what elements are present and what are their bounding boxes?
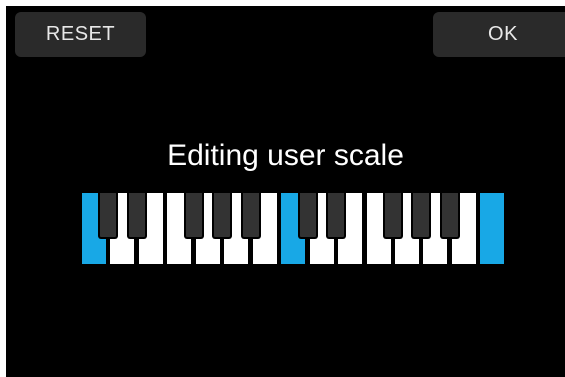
black-key-asharp-9[interactable] bbox=[440, 193, 460, 239]
white-key-c-14[interactable] bbox=[480, 193, 504, 264]
black-key-dsharp-6[interactable] bbox=[326, 193, 346, 239]
reset-button[interactable]: RESET bbox=[15, 12, 146, 57]
black-key-dsharp-1[interactable] bbox=[127, 193, 147, 239]
black-key-csharp-5[interactable] bbox=[298, 193, 318, 239]
black-key-gsharp-8[interactable] bbox=[411, 193, 431, 239]
piano-keyboard bbox=[80, 193, 504, 264]
ok-button[interactable]: OK bbox=[433, 12, 565, 57]
black-key-csharp-0[interactable] bbox=[98, 193, 118, 239]
black-key-asharp-4[interactable] bbox=[241, 193, 261, 239]
black-key-fsharp-2[interactable] bbox=[184, 193, 204, 239]
black-key-gsharp-3[interactable] bbox=[212, 193, 232, 239]
black-key-fsharp-7[interactable] bbox=[383, 193, 403, 239]
page-title: Editing user scale bbox=[167, 139, 404, 172]
screen: RESET OK Editing user scale bbox=[6, 6, 565, 377]
